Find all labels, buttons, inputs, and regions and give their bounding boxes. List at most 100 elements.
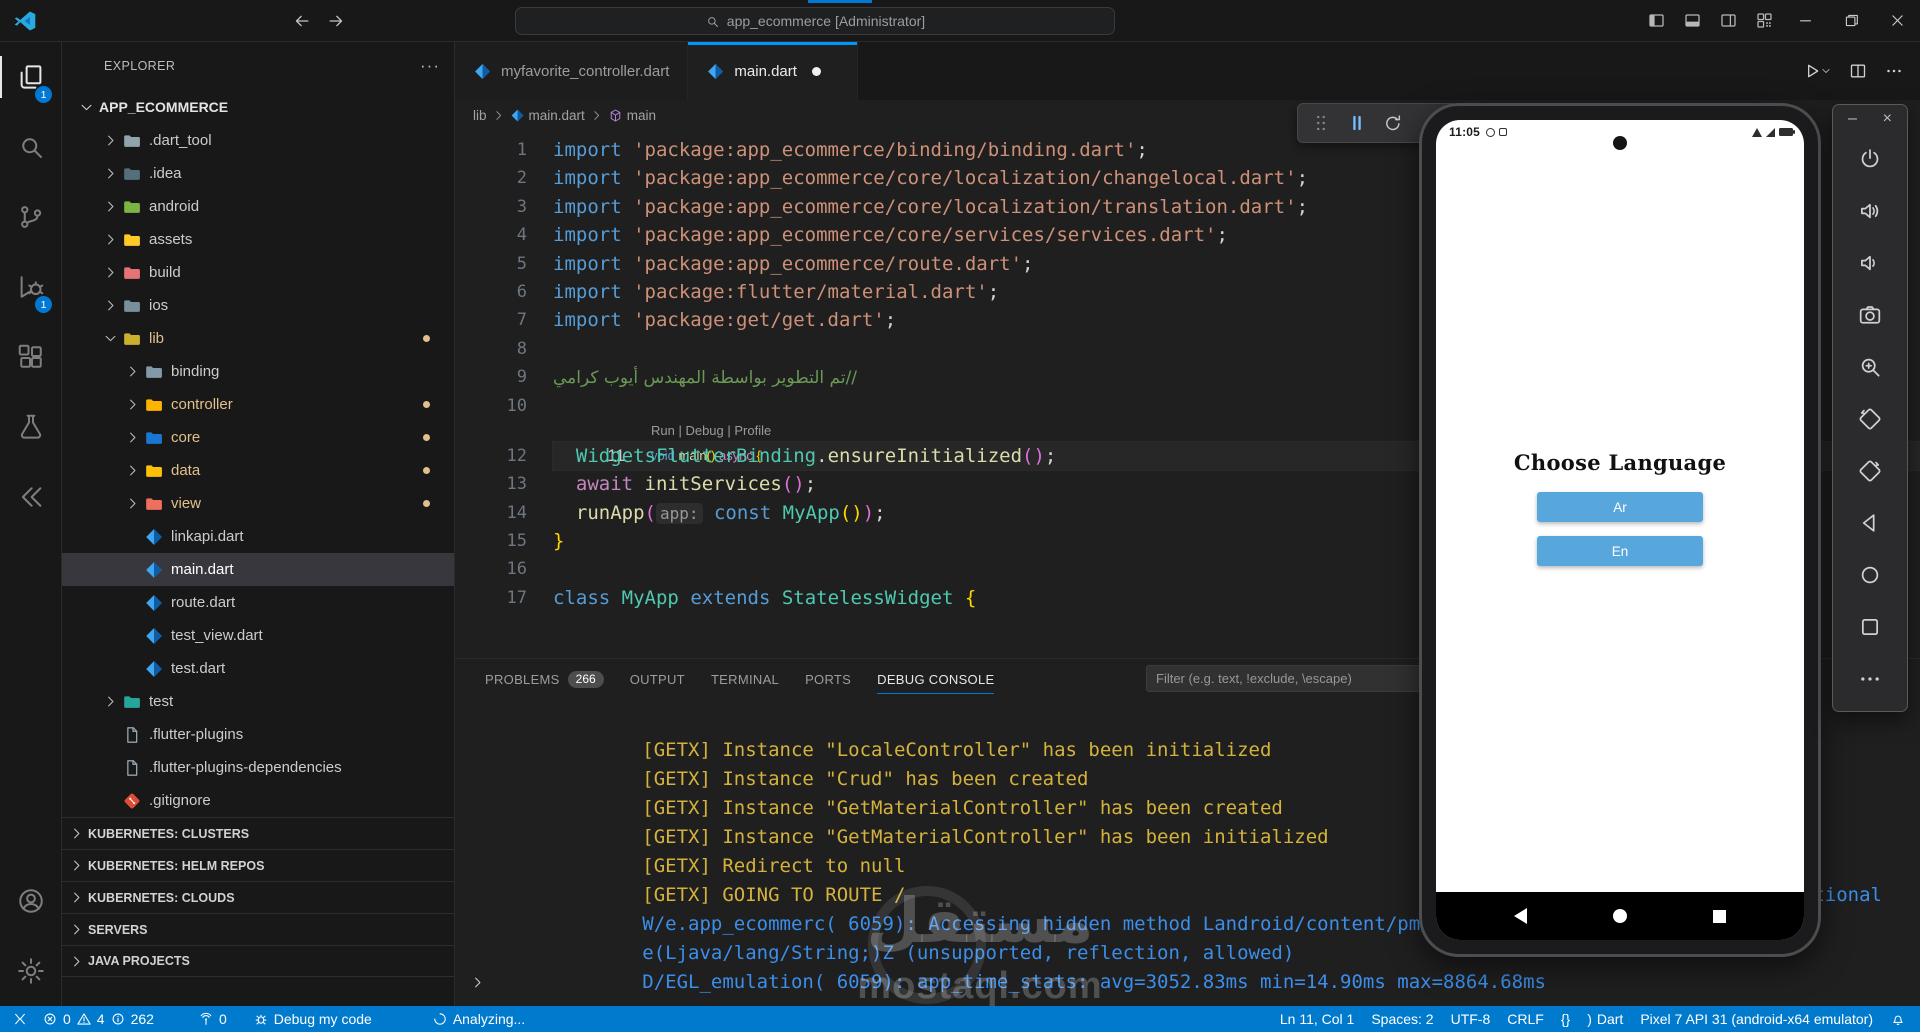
emulator-control[interactable] xyxy=(1833,549,1907,601)
menu-item[interactable] xyxy=(118,0,140,41)
menu-item[interactable] xyxy=(52,0,74,41)
tree-item[interactable]: .dart_tool xyxy=(62,124,454,157)
activity-bar-item[interactable] xyxy=(0,462,61,532)
panel-tab[interactable]: PROBLEMS 266 xyxy=(485,659,604,699)
panel-tab[interactable]: PORTS xyxy=(805,659,851,699)
command-center-search[interactable]: app_ecommerce [Administrator] xyxy=(515,7,1115,35)
editor-tab[interactable]: main.dart xyxy=(688,42,859,100)
sidebar-section-header[interactable]: KUBERNETES: CLOUDS xyxy=(62,881,454,913)
split-editor-icon[interactable] xyxy=(1848,61,1868,81)
tree-item[interactable]: lib xyxy=(62,322,454,355)
toggle-secondary-sidebar-icon[interactable] xyxy=(1710,0,1746,41)
tree-item[interactable]: test xyxy=(62,685,454,718)
emulator-control[interactable] xyxy=(1833,653,1907,705)
tree-item[interactable]: test.dart xyxy=(62,652,454,685)
notifications-bell[interactable] xyxy=(1890,1011,1906,1027)
history-back-icon[interactable] xyxy=(292,11,312,31)
emulator-close-button[interactable]: × xyxy=(1883,110,1892,128)
tree-item[interactable]: controller xyxy=(62,388,454,421)
drag-handle-icon[interactable] xyxy=(1310,112,1332,134)
activity-bar-item[interactable] xyxy=(0,112,61,182)
emulator-control[interactable] xyxy=(1833,185,1907,237)
emulator-control[interactable] xyxy=(1833,393,1907,445)
tree-item[interactable]: core xyxy=(62,421,454,454)
window-minimize-button[interactable] xyxy=(1782,0,1828,41)
sidebar-section-header[interactable]: KUBERNETES: CLUSTERS xyxy=(62,817,454,849)
tree-item[interactable]: view xyxy=(62,487,454,520)
tree-item[interactable]: route.dart xyxy=(62,586,454,619)
window-close-button[interactable] xyxy=(1874,0,1920,41)
activity-bar-item[interactable] xyxy=(0,936,61,1006)
menu-item[interactable] xyxy=(184,0,206,41)
activity-bar-item[interactable]: 1 xyxy=(0,252,61,322)
emulator-minimize-button[interactable]: – xyxy=(1848,110,1857,128)
cursor-position[interactable]: Ln 11, Col 1 xyxy=(1280,1011,1354,1027)
encoding[interactable]: UTF-8 xyxy=(1451,1011,1491,1027)
panel-tab[interactable]: OUTPUT xyxy=(630,659,685,699)
ports-status[interactable]: 0 xyxy=(198,1011,227,1027)
tree-item[interactable]: data xyxy=(62,454,454,487)
debug-status[interactable]: Debug my code xyxy=(253,1011,372,1027)
analyzing-status[interactable]: Analyzing... xyxy=(432,1011,525,1027)
tree-item[interactable]: .flutter-plugins xyxy=(62,718,454,751)
activity-bar-item[interactable] xyxy=(0,322,61,392)
pause-icon[interactable] xyxy=(1346,112,1368,134)
breadcrumb-item[interactable]: lib xyxy=(473,108,487,123)
tree-item[interactable]: assets xyxy=(62,223,454,256)
tree-item[interactable]: build xyxy=(62,256,454,289)
activity-bar-item[interactable] xyxy=(0,182,61,252)
toggle-panel-icon[interactable] xyxy=(1674,0,1710,41)
console-filter-input[interactable] xyxy=(1146,665,1428,692)
sidebar-section-header[interactable]: SERVERS xyxy=(62,913,454,945)
restart-icon[interactable] xyxy=(1382,112,1404,134)
emulator-control[interactable] xyxy=(1833,601,1907,653)
tree-item[interactable]: main.dart xyxy=(62,553,454,586)
language-en-button[interactable]: En xyxy=(1537,536,1703,566)
panel-tab[interactable]: DEBUG CONSOLE xyxy=(877,659,995,699)
project-root-row[interactable]: APP_ECOMMERCE xyxy=(62,90,454,124)
emulator-control[interactable] xyxy=(1833,289,1907,341)
emulator-control[interactable] xyxy=(1833,445,1907,497)
language-mode[interactable]: ) Dart xyxy=(1587,1011,1623,1027)
breadcrumb-item[interactable]: main.dart xyxy=(529,108,585,123)
language-ar-button[interactable]: Ar xyxy=(1537,492,1703,522)
menu-item[interactable] xyxy=(96,0,118,41)
remote-indicator[interactable] xyxy=(12,1011,28,1027)
activity-bar-item[interactable]: 1 xyxy=(0,42,61,112)
breadcrumb-item[interactable]: main xyxy=(627,108,656,123)
activity-bar-item[interactable] xyxy=(0,866,61,936)
tree-item[interactable]: binding xyxy=(62,355,454,388)
android-back-icon[interactable] xyxy=(1514,908,1527,924)
eol-sequence[interactable]: CRLF xyxy=(1507,1011,1544,1027)
history-forward-icon[interactable] xyxy=(326,11,346,31)
tree-item[interactable]: test_view.dart xyxy=(62,619,454,652)
menu-item[interactable] xyxy=(140,0,162,41)
explorer-actions-button[interactable]: ··· xyxy=(420,56,440,76)
menu-item[interactable] xyxy=(162,0,184,41)
emulator-control[interactable] xyxy=(1833,341,1907,393)
activity-bar-item[interactable] xyxy=(0,392,61,462)
panel-tab[interactable]: TERMINAL xyxy=(711,659,779,699)
tree-item[interactable]: .idea xyxy=(62,157,454,190)
indentation[interactable]: Spaces: 2 xyxy=(1371,1011,1433,1027)
bracket-status[interactable]: {} xyxy=(1561,1011,1570,1027)
window-restore-button[interactable] xyxy=(1828,0,1874,41)
toggle-sidebar-icon[interactable] xyxy=(1638,0,1674,41)
device-selector[interactable]: Pixel 7 API 31 (android-x64 emulator) xyxy=(1640,1011,1873,1027)
customize-layout-icon[interactable] xyxy=(1746,0,1782,41)
sidebar-section-header[interactable]: KUBERNETES: HELM REPOS xyxy=(62,849,454,881)
tree-item[interactable]: android xyxy=(62,190,454,223)
problems-status[interactable]: 0 4 262 xyxy=(42,1011,154,1027)
android-home-icon[interactable] xyxy=(1613,909,1627,923)
emulator-control[interactable] xyxy=(1833,497,1907,549)
editor-more-icon[interactable] xyxy=(1884,61,1904,81)
run-file-button[interactable] xyxy=(1802,61,1832,81)
tree-item[interactable]: .flutter-plugins-dependencies xyxy=(62,751,454,784)
emulator-control[interactable] xyxy=(1833,133,1907,185)
menu-item[interactable] xyxy=(74,0,96,41)
sidebar-section-header[interactable]: JAVA PROJECTS xyxy=(62,945,454,977)
tree-item[interactable]: .gitignore xyxy=(62,784,454,817)
editor-tab[interactable]: myfavorite_controller.dart xyxy=(455,42,689,100)
emulator-control[interactable] xyxy=(1833,237,1907,289)
tree-item[interactable]: ios xyxy=(62,289,454,322)
